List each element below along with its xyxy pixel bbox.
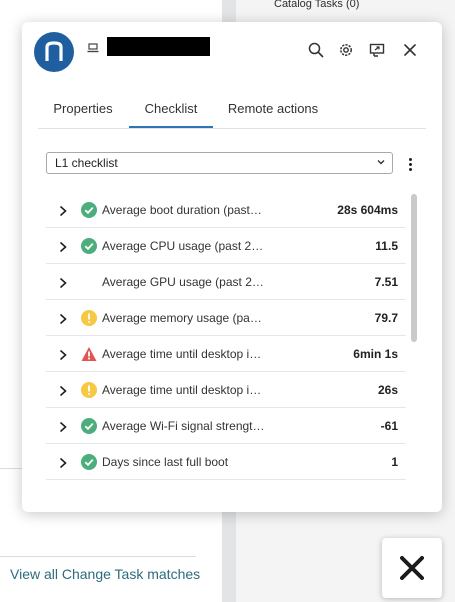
checklist-item-label: Average GPU usage (past 2… (102, 275, 264, 289)
nexthink-logo (34, 32, 74, 72)
page: Catalog Tasks (0) View all Change Task m… (0, 0, 455, 602)
scrollbar[interactable] (411, 194, 417, 342)
checklist-item-value: 1 (391, 455, 398, 469)
tab-checklist[interactable]: Checklist (129, 89, 213, 128)
search-icon (308, 42, 324, 58)
chevron-right-icon[interactable] (58, 384, 68, 402)
checklist-item-value: 6min 1s (353, 347, 398, 361)
checklist-item-value: 28s 604ms (337, 203, 398, 217)
tab-properties[interactable]: Properties (38, 89, 128, 127)
settings-button[interactable] (336, 40, 356, 60)
checklist-item-value: 7.51 (374, 275, 398, 289)
device-popup-card: Properties Checklist Remote actions L1 c… (22, 22, 442, 512)
checklist-row[interactable]: Average time until desktop i… 26s (46, 372, 406, 408)
logo-n-icon (45, 41, 63, 61)
kebab-dot (408, 162, 412, 166)
checklist-item-value: -61 (380, 419, 398, 433)
status-error-icon (81, 346, 97, 362)
close-card-button[interactable] (400, 40, 420, 60)
tab-remote-actions[interactable]: Remote actions (220, 89, 326, 127)
checklist-item-label: Days since last full boot (102, 455, 229, 469)
status-ok-icon (81, 202, 97, 218)
device-icon (87, 43, 99, 53)
kebab-dot (408, 157, 412, 161)
checklist-row[interactable]: Average boot duration (past… 28s 604ms (46, 192, 406, 228)
status-ok-icon (81, 454, 97, 470)
chevron-right-icon[interactable] (58, 204, 68, 222)
status-ok-icon (81, 238, 97, 254)
checklist-item-label: Average Wi-Fi signal strengt… (102, 419, 265, 433)
search-button[interactable] (306, 40, 326, 60)
checklist-row[interactable]: Average CPU usage (past 2… 11.5 (46, 228, 406, 264)
checklist-item-label: Average memory usage (pa… (102, 311, 262, 325)
gear-icon (340, 44, 352, 56)
checklist-row[interactable]: Average time until desktop i… 6min 1s (46, 336, 406, 372)
close-popup-button[interactable] (382, 538, 442, 598)
checklist-item-label: Average time until desktop i… (102, 383, 262, 397)
background-separator (0, 556, 196, 557)
status-ok-icon (81, 418, 97, 434)
chevron-right-icon[interactable] (58, 456, 68, 474)
chevron-right-icon[interactable] (58, 420, 68, 438)
checklist-item-value: 79.7 (374, 311, 398, 325)
status-warning-icon (81, 382, 97, 398)
view-all-change-task-link[interactable]: View all Change Task matches (10, 566, 200, 582)
checklist-row[interactable]: Average Wi-Fi signal strengt… -61 (46, 408, 406, 444)
chevron-down-icon (377, 160, 385, 165)
remote-session-button[interactable] (367, 40, 387, 60)
kebab-dot (408, 167, 412, 171)
chevron-right-icon[interactable] (58, 276, 68, 294)
close-icon (404, 44, 416, 56)
catalog-tasks-label[interactable]: Catalog Tasks (0) (274, 0, 359, 10)
checklist-row[interactable]: Days since last full boot 1 (46, 444, 406, 480)
device-name-redacted (107, 37, 210, 56)
checklist-select-value: L1 checklist (55, 156, 118, 170)
screen-share-icon (369, 43, 385, 57)
chevron-right-icon[interactable] (58, 348, 68, 366)
checklist-item-value: 26s (377, 383, 398, 397)
checklist-select[interactable]: L1 checklist (46, 152, 393, 174)
chevron-right-icon[interactable] (58, 240, 68, 258)
status-warning-icon (81, 310, 97, 326)
more-options-button[interactable] (406, 153, 414, 175)
checklist-item-value: 11.5 (375, 239, 398, 253)
checklist-item-label: Average CPU usage (past 2… (102, 239, 264, 253)
checklist-item-label: Average time until desktop i… (102, 347, 262, 361)
checklist-item-label: Average boot duration (past… (102, 203, 262, 217)
checklist-row[interactable]: Average memory usage (pa… 79.7 (46, 300, 406, 336)
close-icon (400, 556, 424, 580)
checklist-row[interactable]: Average GPU usage (past 2… 7.51 (46, 264, 406, 300)
tab-bar: Properties Checklist Remote actions (38, 89, 426, 129)
checklist-list: Average boot duration (past… 28s 604ms Ave… (46, 192, 406, 480)
chevron-right-icon[interactable] (58, 312, 68, 330)
